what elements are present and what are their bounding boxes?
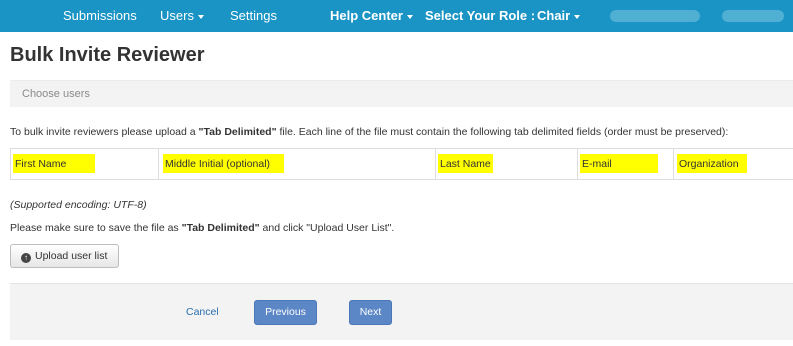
fields-table: First Name Middle Initial (optional) Las… (10, 148, 793, 180)
instructions-format: "Tab Delimited" (198, 126, 277, 138)
page-title: Bulk Invite Reviewer (10, 44, 205, 66)
field-email: E-mail (580, 154, 658, 173)
next-button[interactable]: Next (349, 300, 392, 325)
field-cell-organization: Organization (674, 149, 793, 179)
nav-help-center[interactable]: Help Center (330, 0, 413, 32)
save-instructions: Please make sure to save the file as "Ta… (10, 222, 394, 234)
field-cell-first-name: First Name (11, 149, 159, 179)
step-choose-users: Choose users (22, 88, 90, 100)
nav-help-center-label: Help Center (330, 8, 403, 23)
field-middle-initial: Middle Initial (optional) (163, 154, 284, 173)
save-note-text-end: and click "Upload User List". (259, 222, 395, 234)
save-note-format: "Tab Delimited" (181, 222, 260, 234)
upload-instructions: To bulk invite reviewers please upload a… (10, 126, 793, 138)
field-organization: Organization (677, 154, 747, 173)
field-cell-email: E-mail (578, 149, 674, 179)
user-menu-redacted[interactable] (722, 10, 784, 22)
role-dropdown[interactable]: Chair (537, 0, 581, 32)
instructions-text-end: file. Each line of the file must contain… (276, 126, 729, 138)
field-cell-middle-initial: Middle Initial (optional) (159, 149, 436, 179)
field-last-name: Last Name (438, 154, 493, 173)
caret-down-icon (197, 14, 204, 19)
cancel-link[interactable]: Cancel (186, 306, 219, 318)
save-note-text: Please make sure to save the file as (10, 222, 182, 234)
wizard-step-bar: Choose users (10, 80, 793, 107)
user-name-redacted[interactable] (610, 10, 700, 22)
caret-down-icon (406, 14, 413, 19)
encoding-note: (Supported encoding: UTF-8) (10, 199, 147, 211)
upload-user-list-button[interactable]: ↑ Upload user list (10, 244, 119, 268)
previous-button[interactable]: Previous (254, 300, 317, 325)
upload-icon: ↑ (21, 253, 31, 263)
upload-button-label: Upload user list (35, 250, 108, 262)
instructions-text: To bulk invite reviewers please upload a (10, 126, 199, 138)
field-first-name: First Name (13, 154, 95, 173)
nav-users[interactable]: Users (160, 0, 204, 32)
nav-users-label: Users (160, 8, 194, 23)
field-cell-last-name: Last Name (436, 149, 578, 179)
wizard-footer: Cancel Previous Next (10, 283, 793, 340)
select-role-label: Select Your Role : (425, 8, 536, 23)
nav-submissions[interactable]: Submissions (63, 0, 137, 32)
nav-settings[interactable]: Settings (230, 0, 277, 32)
top-navbar: Submissions Users Settings Help Center S… (0, 0, 793, 32)
caret-down-icon (574, 14, 581, 19)
role-dropdown-label: Chair (537, 8, 571, 23)
